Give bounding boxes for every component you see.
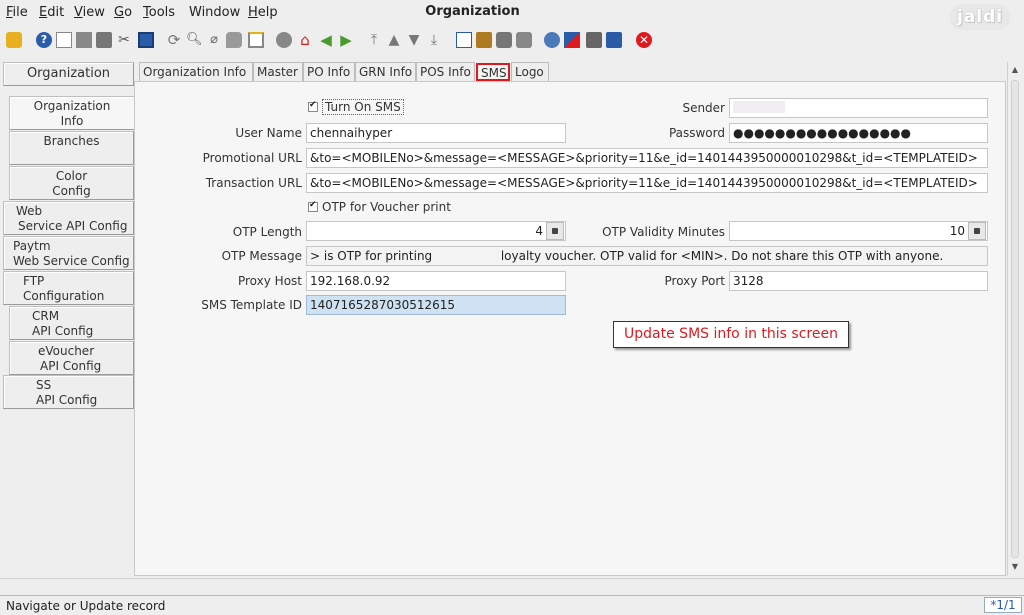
zoom-across-icon[interactable] (544, 32, 560, 48)
proxy-host-label: Proxy Host (237, 274, 302, 288)
history-icon[interactable] (276, 32, 292, 48)
multi-row-icon[interactable] (248, 32, 264, 48)
new-record-icon[interactable] (56, 32, 72, 48)
password-label: Password (668, 126, 725, 140)
proxy-host-field[interactable]: 192.168.0.92 (306, 271, 566, 291)
checkbox-icon[interactable] (308, 200, 318, 212)
copy-record-icon[interactable] (76, 32, 92, 48)
nav-ftp-configuration[interactable]: FTP Configuration (3, 271, 134, 305)
status-bar: Navigate or Update record *1/1 (0, 595, 1024, 615)
turn-on-sms-checkbox[interactable]: Turn On SMS (308, 99, 404, 115)
next-record-icon[interactable]: ▼ (406, 32, 422, 48)
otp-voucher-checkbox[interactable]: OTP for Voucher print (308, 200, 451, 214)
nav-color-config[interactable]: Color Config (9, 166, 134, 200)
promotional-url-field[interactable]: &to=<MOBILENo>&message=<MESSAGE>&priorit… (306, 148, 988, 168)
first-record-icon[interactable]: ⤒ (366, 32, 382, 48)
checkbox-icon[interactable] (308, 100, 318, 112)
chat-icon[interactable] (226, 32, 242, 48)
print-icon[interactable] (516, 32, 532, 48)
otp-validity-field[interactable]: 10 (729, 221, 988, 241)
nav-evoucher-api-config[interactable]: eVoucher API Config (9, 341, 134, 375)
sms-template-id-field[interactable]: 1407165287030512615 (306, 295, 566, 315)
annotation-callout: Update SMS info in this screen (613, 321, 849, 348)
vertical-scrollbar[interactable]: ▲ ▼ (1007, 62, 1021, 576)
otp-validity-label: OTP Validity Minutes (602, 225, 725, 239)
tab-pos-info[interactable]: POS Info (416, 62, 475, 82)
close-window-icon[interactable]: ✕ (636, 32, 652, 48)
help-icon[interactable]: ? (36, 32, 52, 48)
scroll-up-icon[interactable]: ▲ (1010, 65, 1020, 75)
promotional-url-label: Promotional URL (202, 151, 302, 165)
refresh-icon[interactable]: ⟳ (166, 32, 182, 48)
tab-organization-info[interactable]: Organization Info (139, 62, 253, 82)
delete-icon[interactable] (96, 32, 112, 48)
otp-message-label: OTP Message (221, 249, 302, 263)
window-title: Organization (425, 4, 520, 19)
otp-length-label: OTP Length (232, 225, 302, 239)
transaction-url-field[interactable]: &to=<MOBILENo>&message=<MESSAGE>&priorit… (306, 173, 988, 193)
proxy-port-label: Proxy Port (664, 274, 725, 288)
forward-icon[interactable]: ▶ (338, 32, 354, 48)
proxy-port-field[interactable]: 3128 (729, 271, 988, 291)
nav-web-service-api-config[interactable]: Web Service API Config (3, 201, 134, 235)
tab-logo[interactable]: Logo (511, 62, 549, 82)
last-record-icon[interactable]: ⤓ (426, 32, 442, 48)
nav-organization[interactable]: Organization (3, 62, 134, 86)
nav-paytm-web-service-config[interactable]: Paytm Web Service Config (3, 236, 134, 270)
nav-crm-api-config[interactable]: CRM API Config (9, 306, 134, 340)
tab-sms[interactable]: SMS (476, 63, 510, 81)
transaction-url-label: Transaction URL (205, 176, 302, 190)
tab-grn-info[interactable]: GRN Info (355, 62, 416, 82)
archive-icon[interactable] (476, 32, 492, 48)
otp-length-spinner-icon[interactable] (546, 222, 564, 240)
sms-template-id-label: SMS Template ID (201, 298, 302, 312)
toolbar: ? ✂ ⟳ 🔍︎ ⌀ ⌂ ◀ ▶ ⤒ ▲ ▼ ⤓ ✕ (0, 28, 960, 54)
jaldi-logo: jaldi (950, 4, 1010, 30)
otp-message-field[interactable]: > is OTP for printing loyalty voucher. O… (306, 246, 988, 266)
nav-organization-info[interactable]: Organization Info (9, 96, 134, 130)
sender-label: Sender (682, 101, 725, 115)
menu-bar: File Edit View Go Tools Window Help Orga… (0, 0, 1024, 30)
report-icon[interactable] (456, 32, 472, 48)
print-preview-icon[interactable] (496, 32, 512, 48)
scroll-thumb[interactable] (1011, 80, 1019, 558)
nav-ss-api-config[interactable]: SS API Config (3, 375, 134, 409)
user-name-field[interactable]: chennaihyper (306, 123, 566, 143)
delete-selection-icon[interactable]: ✂ (116, 32, 132, 48)
tab-po-info[interactable]: PO Info (303, 62, 355, 82)
workflow-icon[interactable] (564, 32, 580, 48)
product-info-icon[interactable] (586, 32, 602, 48)
record-counter[interactable]: *1/1 (984, 597, 1022, 613)
otp-validity-spinner-icon[interactable] (968, 222, 986, 240)
nav-branches[interactable]: Branches (9, 131, 134, 165)
back-icon[interactable]: ◀ (318, 32, 334, 48)
previous-record-icon[interactable]: ▲ (386, 32, 402, 48)
save-icon[interactable] (138, 32, 154, 48)
home-icon[interactable]: ⌂ (297, 32, 313, 48)
sender-redaction (733, 101, 785, 113)
password-field[interactable]: ●●●●●●●●●●●●●●●●● (729, 123, 988, 143)
end-icon[interactable] (606, 32, 622, 48)
horizontal-scrollbar[interactable] (0, 578, 1024, 595)
find-icon[interactable]: 🔍︎ (186, 32, 203, 48)
tab-master[interactable]: Master (253, 62, 303, 82)
attachment-icon[interactable]: ⌀ (206, 32, 222, 48)
user-name-label: User Name (235, 126, 302, 140)
undo-icon[interactable] (6, 32, 22, 48)
status-message: Navigate or Update record (6, 599, 166, 613)
scroll-down-icon[interactable]: ▼ (1010, 562, 1020, 572)
otp-length-field[interactable]: 4 (306, 221, 566, 241)
